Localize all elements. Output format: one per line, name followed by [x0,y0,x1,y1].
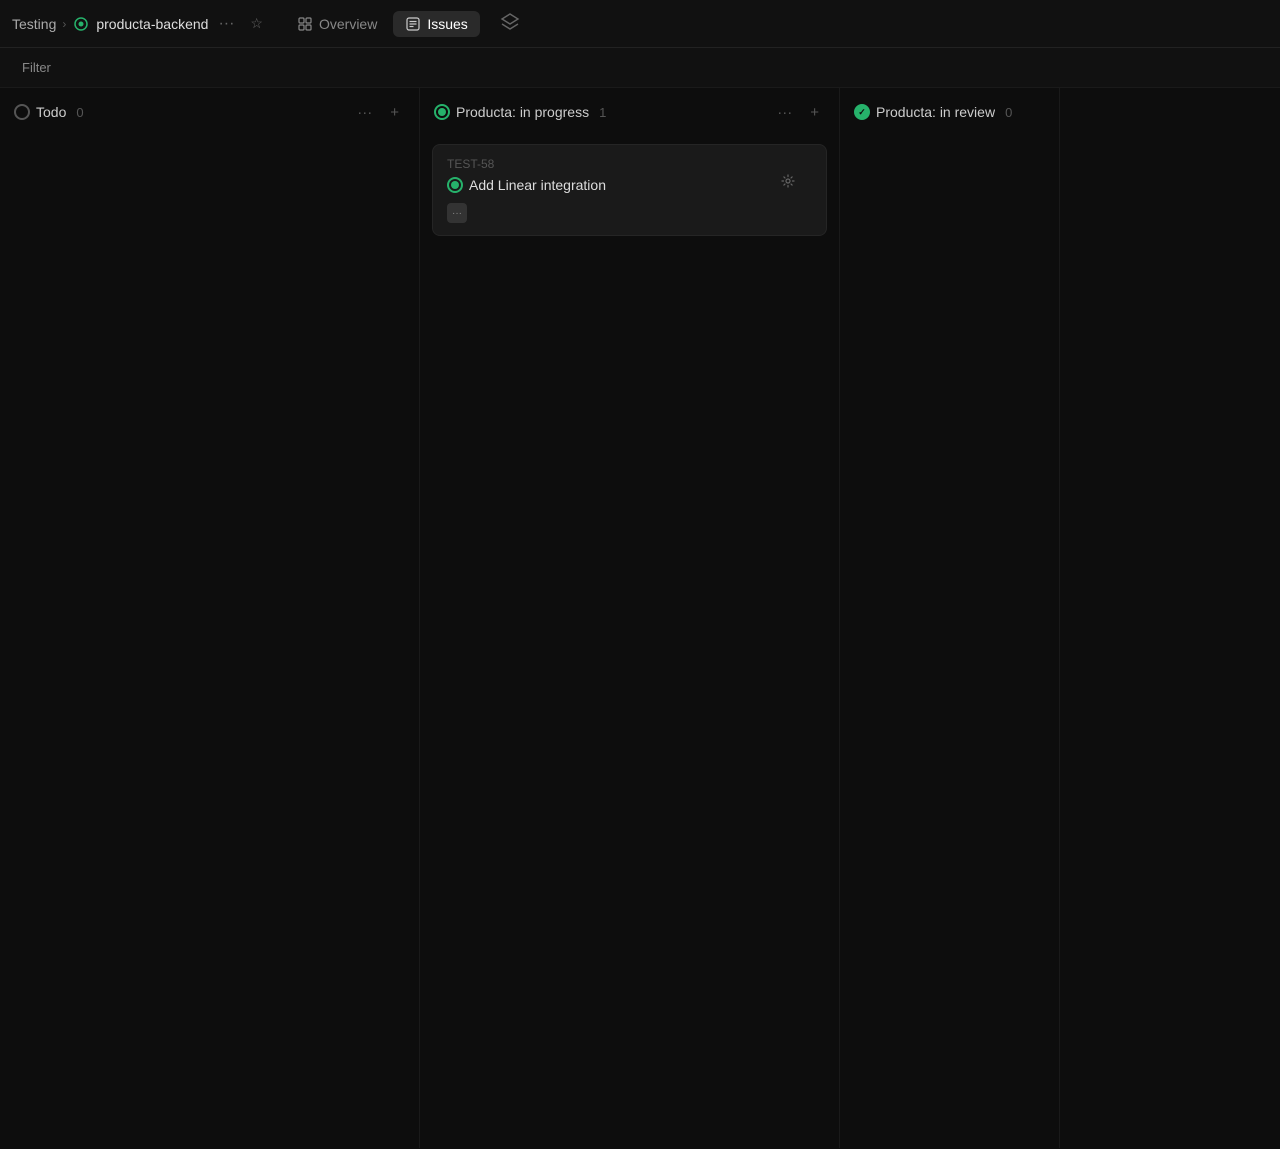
issue-avatar[interactable]: ··· [447,203,467,223]
issue-id: TEST-58 [447,157,812,171]
column-todo-title: Todo 0 [14,104,345,120]
nav-tabs: Overview Issues [285,11,480,37]
top-navigation: Testing › producta-backend ··· ☆ [0,0,1280,48]
layers-icon[interactable] [492,8,528,39]
issue-title-row: Add Linear integration [447,177,812,193]
breadcrumb-separator: › [62,17,66,31]
column-in-review-title: Producta: in review 0 [854,104,1045,120]
column-in-progress-actions: ··· + [771,103,825,122]
column-todo-body [0,136,419,1148]
issue-card-test58[interactable]: TEST-58 Add Linear integration ··· [432,144,827,236]
column-in-review-label: Producta: in review [876,104,995,120]
column-in-review-body [840,136,1059,1148]
filter-bar: Filter [0,48,1280,88]
column-todo-label: Todo [36,104,66,120]
column-todo-actions: ··· + [351,103,405,122]
overview-icon [297,16,313,32]
column-in-review-count: 0 [1005,105,1012,120]
status-in-review-icon [854,104,870,120]
column-todo-more[interactable]: ··· [351,103,378,122]
status-todo-icon [14,104,30,120]
tab-issues-label: Issues [427,16,467,32]
issue-board: Todo 0 ··· + Producta: in progress 1 ···… [0,88,1280,1148]
column-in-progress: Producta: in progress 1 ··· + TEST-58 Ad… [420,88,840,1148]
project-icon [72,15,90,33]
project-name: producta-backend [96,16,208,32]
column-in-progress-body: TEST-58 Add Linear integration ··· [420,136,839,1148]
column-todo-header: Todo 0 ··· + [0,88,419,136]
tab-overview-label: Overview [319,16,377,32]
column-in-progress-more[interactable]: ··· [771,103,798,122]
column-in-progress-add[interactable]: + [804,103,825,122]
issue-card-inner: TEST-58 Add Linear integration ··· [447,157,812,223]
filter-button[interactable]: Filter [14,57,59,78]
column-in-progress-title: Producta: in progress 1 [434,104,765,120]
column-in-progress-header: Producta: in progress 1 ··· + [420,88,839,136]
project-link[interactable]: producta-backend [72,15,208,33]
issue-status-icon [447,177,463,193]
tab-issues[interactable]: Issues [393,11,479,37]
favorite-button[interactable]: ☆ [244,13,269,34]
issue-gear-button[interactable] [776,169,800,193]
issue-footer: ··· [447,203,812,223]
issue-title: Add Linear integration [469,177,606,193]
breadcrumb: Testing › producta-backend [12,15,208,33]
workspace-link[interactable]: Testing [12,16,56,32]
column-todo-count: 0 [76,105,83,120]
column-in-progress-label: Producta: in progress [456,104,589,120]
column-in-review: Producta: in review 0 [840,88,1060,1148]
column-in-progress-count: 1 [599,105,606,120]
column-in-review-header: Producta: in review 0 [840,88,1059,136]
issues-icon [405,16,421,32]
column-todo: Todo 0 ··· + [0,88,420,1148]
project-more-options[interactable]: ··· [212,13,240,35]
status-in-progress-icon [434,104,450,120]
column-todo-add[interactable]: + [384,103,405,122]
tab-overview[interactable]: Overview [285,11,389,37]
